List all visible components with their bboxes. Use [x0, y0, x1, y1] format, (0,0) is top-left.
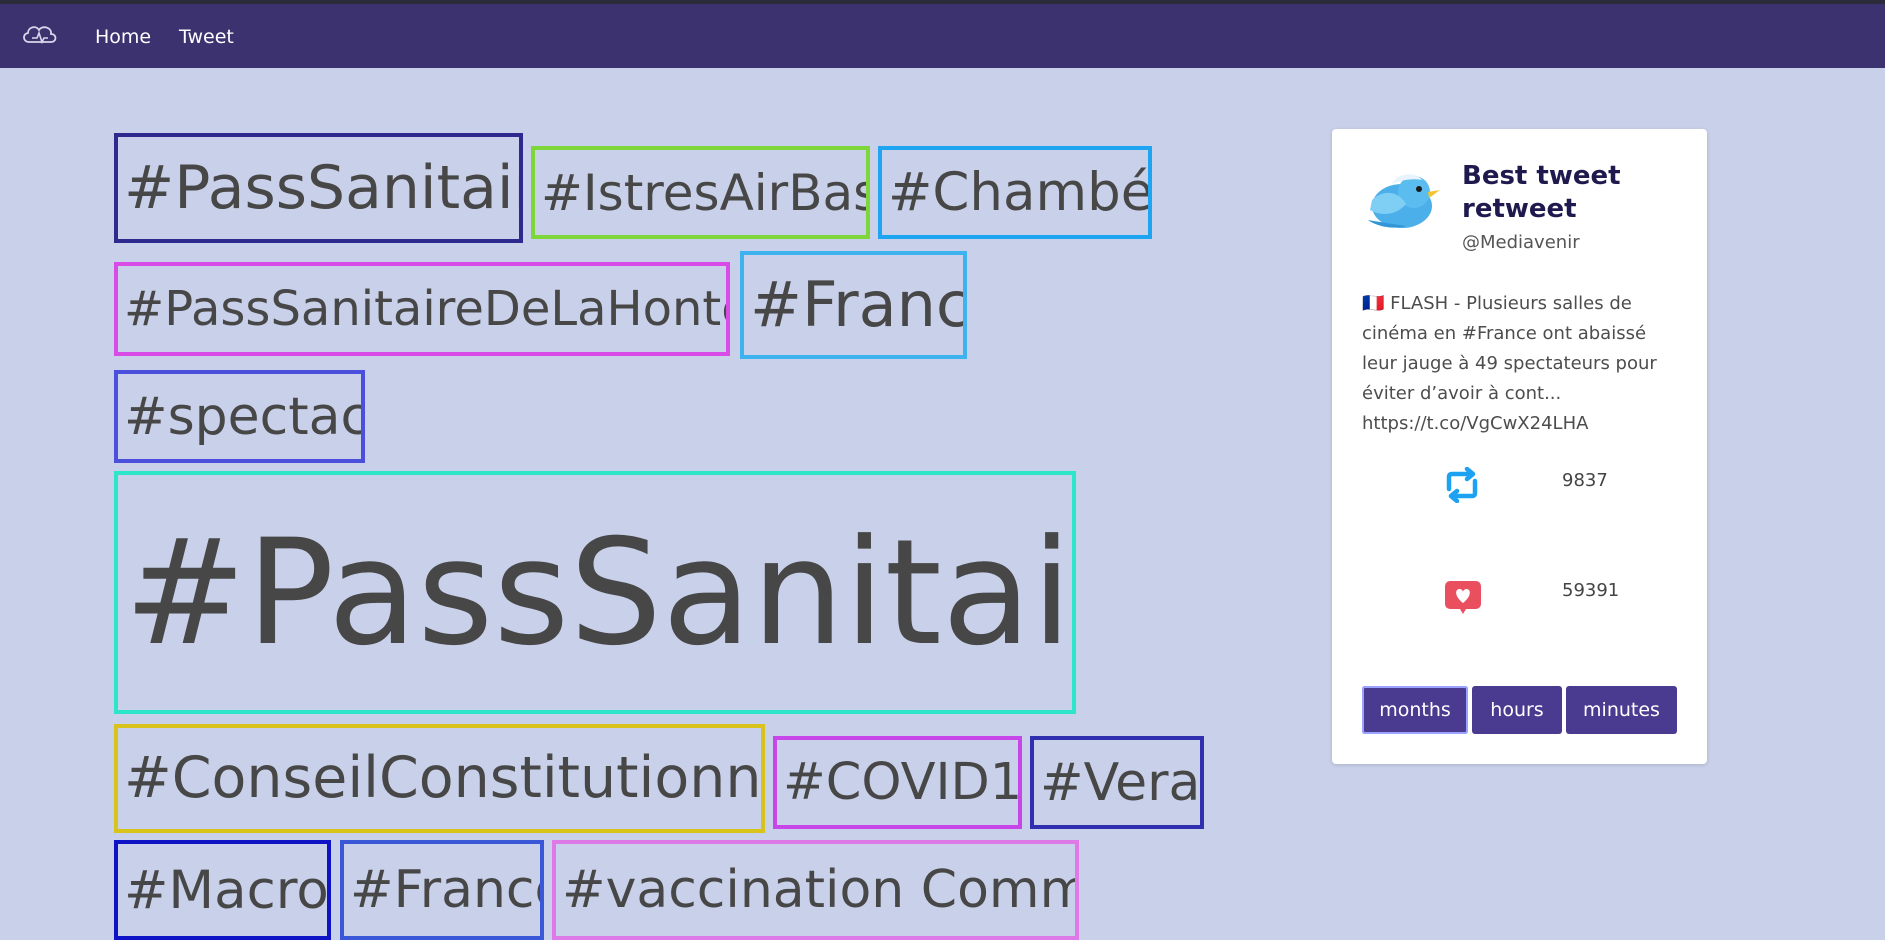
- cloud-pulse-icon[interactable]: [20, 22, 60, 48]
- nav-tweet-link[interactable]: Tweet: [179, 26, 234, 48]
- hashtag-tag[interactable]: #spectacle: [114, 370, 365, 463]
- hashtag-tag[interactable]: #Veran: [1030, 736, 1204, 829]
- tweet-text: 🇫🇷 FLASH - Plusieurs salles de cinéma en…: [1362, 293, 1657, 434]
- hashtag-tag[interactable]: #IstresAirBase,: [531, 146, 870, 239]
- card-title: Best tweet retweet: [1462, 161, 1621, 224]
- navbar: Home Tweet: [0, 4, 1885, 68]
- twitter-bird-icon: [1368, 174, 1440, 228]
- retweet-count: 9837: [1562, 470, 1608, 491]
- hashtag-tag[interactable]: #vaccination Comment: [552, 840, 1079, 940]
- hashtag-tag[interactable]: #PassSanitaire,: [114, 133, 523, 243]
- retweet-icon: [1446, 467, 1478, 503]
- heart-icon: [1445, 581, 1481, 614]
- months-button[interactable]: months: [1362, 686, 1468, 734]
- minutes-button[interactable]: minutes: [1566, 686, 1677, 734]
- hashtag-tag[interactable]: #France,: [340, 840, 544, 940]
- hashtag-tag[interactable]: #Chambéry: [878, 146, 1152, 239]
- nav-home-link[interactable]: Home: [95, 26, 151, 48]
- hashtag-tag[interactable]: #France: [740, 251, 967, 359]
- hashtag-tag[interactable]: #ConseilConstitutionnel: [114, 724, 765, 833]
- best-tweet-card: Best tweet retweet @Mediavenir 🇫🇷 FLASH …: [1332, 129, 1707, 764]
- hashtag-tag[interactable]: #PassSanitaire: [114, 471, 1076, 714]
- card-handle[interactable]: @Mediavenir: [1462, 232, 1580, 253]
- hashtag-tag[interactable]: #Macron: [114, 840, 331, 940]
- hashtag-tag[interactable]: #COVID19: [773, 736, 1022, 829]
- hashtag-tag[interactable]: #PassSanitaireDeLaHonte...: [114, 262, 730, 356]
- like-count: 59391: [1562, 580, 1620, 601]
- hours-button[interactable]: hours: [1472, 686, 1562, 734]
